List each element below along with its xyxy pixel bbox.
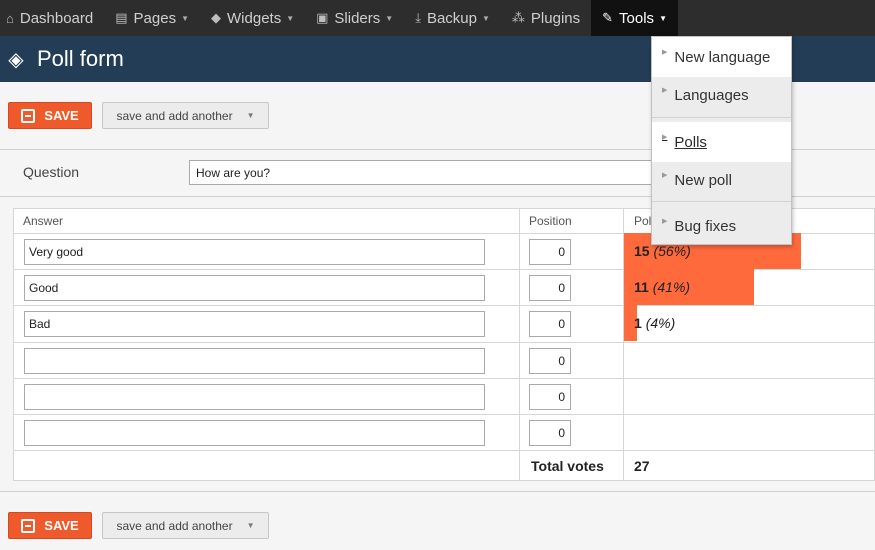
triangle-right-icon: ▶	[662, 49, 668, 56]
page-icon: ▤	[115, 10, 128, 25]
caret-down-icon: ▼	[482, 13, 490, 23]
wrench-icon: ✎	[602, 10, 614, 25]
nav-tools[interactable]: ✎ Tools ▼	[591, 0, 678, 36]
position-column-header: Position	[529, 214, 572, 228]
nav-sliders[interactable]: ▣ Sliders ▼	[305, 0, 404, 36]
triangle-right-icon: ▶	[662, 218, 668, 225]
row-divider	[14, 414, 874, 415]
nav-label: Sliders	[334, 9, 381, 27]
menu-item-languages[interactable]: ▶ Languages	[652, 75, 791, 115]
triangle-right-icon: ▶	[662, 87, 668, 94]
nav-widgets[interactable]: ◆ Widgets ▼	[200, 0, 305, 36]
caret-down-icon: ▼	[385, 13, 394, 23]
triangle-right-icon: ▶	[662, 172, 668, 179]
nav-dashboard[interactable]: ⌂ Dashboard	[0, 0, 104, 36]
nav-plugins[interactable]: ⁂ Plugins	[501, 0, 591, 36]
menu-item-label: New poll	[674, 171, 732, 189]
save-icon	[21, 518, 36, 533]
menu-divider	[652, 201, 791, 202]
vote-count: 15	[634, 243, 650, 259]
save-button[interactable]: SAVE	[8, 102, 92, 129]
answer-input[interactable]	[24, 311, 485, 337]
nav-label: Pages	[133, 9, 177, 27]
triangle-right-icon: ▶	[662, 134, 668, 141]
home-icon: ⌂	[6, 10, 14, 26]
menu-item-label: New language	[674, 48, 771, 66]
vote-count: 11	[634, 279, 649, 295]
answer-column-header: Answer	[23, 214, 64, 228]
nav-pages[interactable]: ▤ Pages ▼	[104, 0, 200, 36]
save-icon	[21, 108, 36, 123]
save-label: SAVE	[44, 108, 79, 123]
menu-item-label: Polls	[674, 133, 707, 151]
divider	[0, 491, 875, 492]
position-input[interactable]	[529, 348, 571, 374]
caret-down-icon: ▼	[246, 521, 255, 530]
column-divider	[519, 209, 520, 480]
total-votes-label: Total votes	[531, 458, 604, 474]
row-divider	[14, 378, 874, 379]
answer-input[interactable]	[24, 384, 485, 410]
nav-label: Backup	[426, 9, 477, 27]
answer-input[interactable]	[24, 239, 485, 265]
vote-percent: (41%)	[652, 279, 691, 295]
nav-backup[interactable]: ⤓ Backup ▼	[404, 0, 501, 36]
menu-item-label: Languages	[674, 86, 749, 104]
answers-table: Answer Position Pol 15 (56%) 11 (41%) 1 …	[13, 208, 875, 481]
total-votes-value: 27	[634, 458, 650, 474]
nav-label: Widgets	[227, 9, 282, 27]
answer-input[interactable]	[24, 348, 485, 374]
download-icon: ⤓	[415, 10, 421, 25]
menu-item-label: Bug fixes	[674, 217, 737, 235]
row-divider	[14, 450, 874, 451]
save-another-label: save and add another	[116, 108, 233, 123]
poll-result-text: 11 (41%)	[634, 279, 690, 295]
cube-icon: ◈	[8, 48, 24, 71]
nav-label: Dashboard	[19, 9, 94, 27]
nav-label: Plugins	[530, 9, 581, 27]
menu-item-polls[interactable]: ▶ Polls	[652, 122, 791, 162]
cube-icon: ◆	[211, 10, 222, 25]
save-and-add-another-button-bottom[interactable]: save and add another ▼	[102, 512, 269, 539]
caret-down-icon: ▼	[181, 13, 190, 23]
caret-down-icon: ▼	[286, 13, 295, 23]
question-input[interactable]	[189, 160, 689, 185]
row-divider	[14, 305, 874, 306]
menu-divider	[652, 117, 791, 118]
answer-input[interactable]	[24, 275, 485, 301]
save-another-label: save and add another	[116, 518, 233, 533]
position-input[interactable]	[529, 311, 571, 337]
plugin-icon: ⁂	[511, 10, 525, 25]
vote-count: 1	[634, 315, 642, 331]
slider-icon: ▣	[316, 10, 329, 25]
poll-column-header: Pol	[634, 214, 652, 228]
save-label: SAVE	[44, 518, 79, 533]
nav-label: Tools	[619, 9, 655, 27]
top-nav: ⌂ Dashboard ▤ Pages ▼ ◆ Widgets ▼ ▣ Slid…	[0, 0, 875, 36]
poll-result-text: 1 (4%)	[634, 315, 675, 331]
question-label: Question	[23, 164, 80, 180]
menu-item-new-poll[interactable]: ▶ New poll	[652, 160, 791, 200]
row-divider	[14, 342, 874, 343]
menu-item-bug-fixes[interactable]: ▶ Bug fixes	[652, 206, 791, 246]
caret-down-icon: ▼	[246, 111, 255, 120]
answer-input[interactable]	[24, 420, 485, 446]
save-button-bottom[interactable]: SAVE	[8, 512, 92, 539]
tools-dropdown-menu: ▶ New language ▶ Languages ▶ Polls ▶ New…	[651, 36, 792, 245]
vote-percent: (4%)	[645, 315, 676, 331]
position-input[interactable]	[529, 275, 571, 301]
caret-down-icon: ▼	[659, 13, 667, 23]
position-input[interactable]	[529, 420, 571, 446]
position-input[interactable]	[529, 384, 571, 410]
position-input[interactable]	[529, 239, 571, 265]
page-title: Poll form	[37, 46, 124, 71]
save-and-add-another-button[interactable]: save and add another ▼	[102, 102, 269, 129]
menu-item-new-language[interactable]: ▶ New language	[652, 37, 791, 77]
